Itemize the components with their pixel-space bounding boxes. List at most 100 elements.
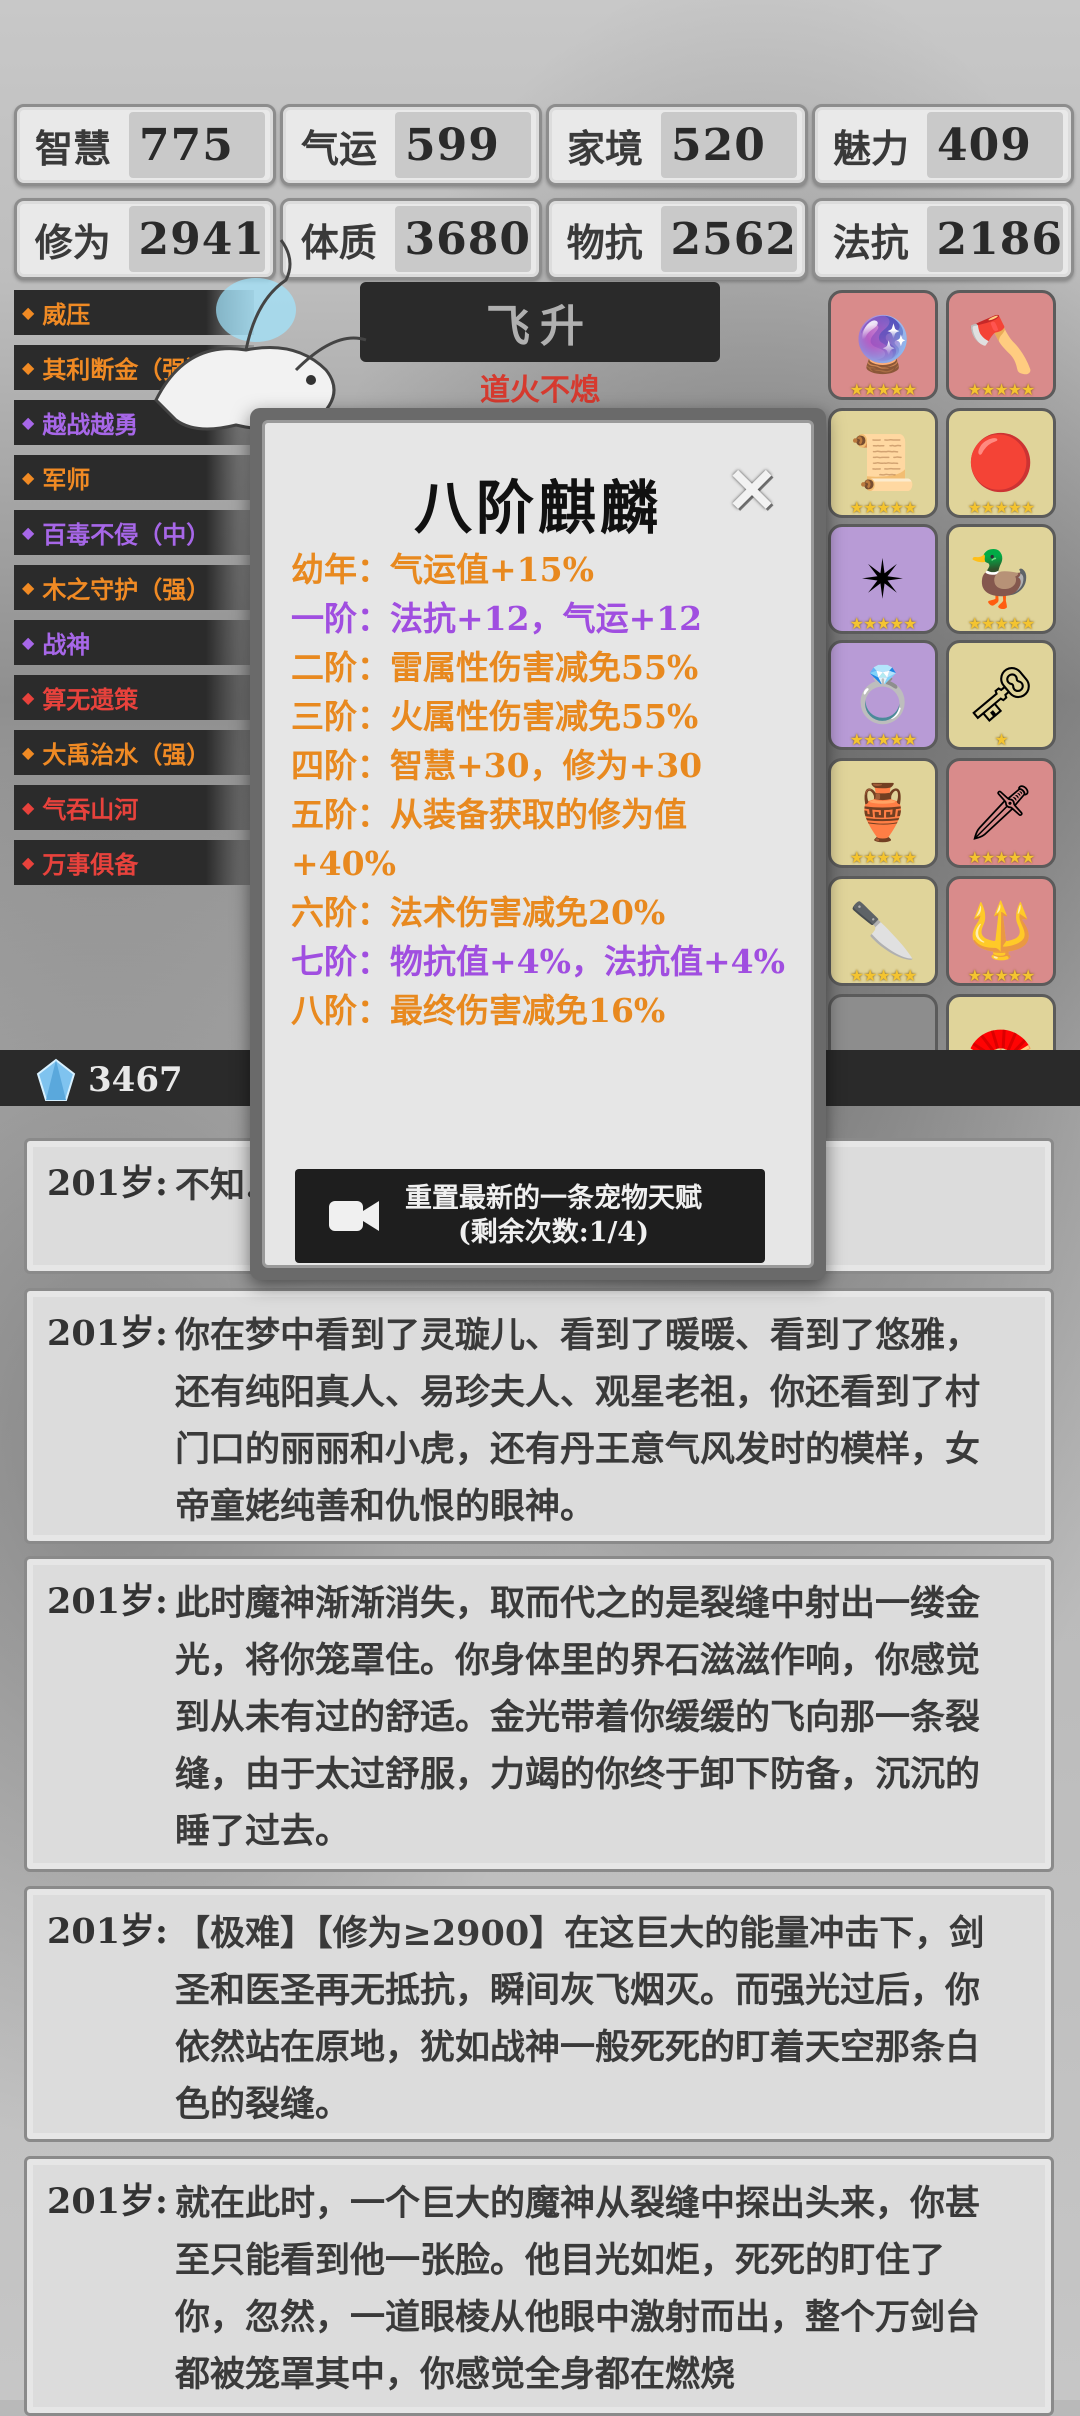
ring-icon: 💍 — [849, 663, 917, 726]
scroll-icon: 📜 — [849, 431, 917, 494]
star-rating: ★★★★★ — [967, 966, 1036, 985]
talent-item[interactable]: ◆ 算无遗策 — [14, 675, 254, 720]
star-rating: ★★★★★ — [849, 380, 918, 399]
equipment-slot[interactable]: 🔴 ★★★★★ — [946, 408, 1056, 518]
stat-card: 物抗 2562 — [546, 198, 808, 280]
tier-line: 八阶：最终伤害减免16% — [291, 991, 666, 1030]
reset-label-line1: 重置最新的一条宠物天赋 — [405, 1183, 702, 1214]
story-age: 201岁: — [47, 1163, 168, 1204]
close-icon: ✕ — [726, 453, 778, 527]
equipment-slot[interactable]: 🔮 ★★★★★ — [828, 290, 938, 400]
reset-label: 重置最新的一条宠物天赋 (剩余次数:1/4) — [405, 1182, 702, 1250]
tier-line: 幼年：气运值+15% — [291, 550, 594, 589]
equipment-slot[interactable]: 🔪 ★★★★★ — [828, 876, 938, 986]
talent-label: 万事俱备 — [42, 850, 139, 879]
stat-value: 599 — [395, 112, 531, 178]
stat-value: 3680 — [394, 206, 531, 272]
stat-value: 2562 — [660, 206, 797, 272]
stat-label: 魅力 — [832, 125, 909, 171]
diamond-icon: ◆ — [22, 468, 35, 487]
bird-figurine-icon: 🦆 — [967, 547, 1035, 610]
equipment-slot[interactable]: 🪓 ★★★★★ — [946, 290, 1056, 400]
stat-value: 520 — [661, 112, 797, 178]
diamond-icon: ◆ — [22, 523, 35, 542]
diamond-icon: ◆ — [22, 413, 35, 432]
story-entry: 201岁: 【极难】【修为≥2900】在这巨大的能量冲击下，剑圣和医圣再无抵抗，… — [24, 1886, 1054, 2142]
reset-label-line2: (剩余次数:1/4) — [458, 1217, 649, 1248]
stat-card: 法抗 2186 — [812, 198, 1074, 280]
sword-icon: 🗡 — [966, 781, 1036, 844]
tier-line: 一阶：法抗+12，气运+12 — [291, 599, 703, 638]
talent-label: 算无遗策 — [42, 685, 139, 714]
story-age: 201岁: — [47, 2181, 168, 2222]
diamond-icon: ◆ — [22, 303, 35, 322]
story-entry: 201岁: 就在此时，一个巨大的魔神从裂缝中探出头来，你甚至只能看到他一张脸。他… — [24, 2156, 1054, 2416]
pet-talent-modal: 八阶麒麟 ✕ 幼年：气运值+15% 一阶：法抗+12，气运+12 二阶：雷属性伤… — [250, 408, 826, 1280]
reset-talent-button[interactable]: 重置最新的一条宠物天赋 (剩余次数:1/4) — [295, 1169, 765, 1263]
story-age: 201岁: — [47, 1911, 168, 1952]
talent-item[interactable]: ◆ 大禹治水（强） — [14, 730, 254, 775]
story-text: 此时魔神渐渐消失，取而代之的是裂缝中射出一缕金光，将你笼罩住。你身体里的界石滋滋… — [175, 1583, 981, 1852]
stat-value: 2186 — [926, 206, 1063, 272]
equipment-slot[interactable]: 🗡 ★★★★★ — [946, 758, 1056, 868]
star-rating: ★★★★★ — [849, 498, 918, 517]
story-text: 你在梦中看到了灵璇儿、看到了暖暖、看到了悠雅，还有纯阳真人、易珍夫人、观星老祖，… — [175, 1315, 981, 1527]
crystal-count: 3467 — [88, 1060, 183, 1100]
star-rating: ★★★★★ — [967, 498, 1036, 517]
talent-label: 威压 — [42, 300, 91, 329]
talent-label: 军师 — [42, 465, 91, 494]
talent-label: 战神 — [42, 630, 91, 659]
crystal-icon — [36, 1058, 76, 1101]
diamond-icon: ◆ — [22, 633, 35, 652]
tier-line: 七阶：物抗值+4%，法抗值+4% — [291, 942, 785, 981]
stat-label: 智慧 — [34, 125, 111, 171]
diamond-icon: ◆ — [22, 578, 35, 597]
talent-item[interactable]: ◆ 气吞山河 — [14, 785, 254, 830]
talent-label: 百毒不侵（中） — [42, 520, 211, 549]
tier-line: 五阶：从装备获取的修为值+40% — [291, 795, 687, 883]
diamond-icon: ◆ — [22, 743, 35, 762]
stat-label: 法抗 — [832, 219, 909, 265]
dagger-icon: 🔪 — [849, 899, 917, 962]
orb-icon: 🔮 — [849, 313, 917, 376]
equipment-slot[interactable]: 🔱 ★★★★★ — [946, 876, 1056, 986]
ascension-banner: 飞升 — [360, 282, 720, 362]
talent-item[interactable]: ◆ 万事俱备 — [14, 840, 254, 885]
talent-item[interactable]: ◆ 战神 — [14, 620, 254, 665]
modal-panel: 八阶麒麟 ✕ 幼年：气运值+15% 一阶：法抗+12，气运+12 二阶：雷属性伤… — [262, 420, 814, 1268]
talent-item[interactable]: ◆ 百毒不侵（中） — [14, 510, 254, 555]
star-rating: ★★★★★ — [967, 380, 1036, 399]
talent-item[interactable]: ◆ 军师 — [14, 455, 254, 500]
close-button[interactable]: ✕ — [721, 454, 783, 527]
story-age: 201岁: — [47, 1581, 168, 1622]
star-rating: ★★★★★ — [967, 614, 1036, 633]
equipment-slot[interactable]: 🦆 ★★★★★ — [946, 524, 1056, 634]
equipment-slot[interactable]: 💍 ★★★★★ — [828, 640, 938, 750]
equipment-slot[interactable]: ✴ ★★★★★ — [828, 524, 938, 634]
stat-value: 409 — [927, 112, 1063, 178]
story-entry: 201岁: 你在梦中看到了灵璇儿、看到了暖暖、看到了悠雅，还有纯阳真人、易珍夫人… — [24, 1288, 1054, 1544]
cauldron-icon: 🏺 — [849, 781, 917, 844]
spear-icon: 🔱 — [967, 899, 1035, 962]
tier-list: 幼年：气运值+15% 一阶：法抗+12，气运+12 二阶：雷属性伤害减免55% … — [291, 545, 787, 1035]
story-text: 就在此时，一个巨大的魔神从裂缝中探出头来，你甚至只能看到他一张脸。他目光如炬，死… — [175, 2183, 981, 2395]
talent-item[interactable]: ◆ 木之守护（强） — [14, 565, 254, 610]
diamond-icon: ◆ — [22, 688, 35, 707]
equipment-slot[interactable]: 🏺 ★★★★★ — [828, 758, 938, 868]
stat-card: 气运 599 — [280, 104, 542, 186]
talent-label: 大禹治水（强） — [42, 740, 211, 769]
stat-card: 智慧 775 — [14, 104, 276, 186]
stat-card: 魅力 409 — [812, 104, 1074, 186]
tier-line: 三阶：火属性伤害减免55% — [291, 697, 699, 736]
story-age: 201岁: — [47, 1313, 168, 1354]
video-camera-icon — [329, 1201, 379, 1231]
tier-line: 二阶：雷属性伤害减免55% — [291, 648, 699, 687]
diamond-icon: ◆ — [22, 853, 35, 872]
equipment-slot[interactable]: 📜 ★★★★★ — [828, 408, 938, 518]
equipment-slot[interactable]: 🗝 ★ — [946, 640, 1056, 750]
diamond-icon: ◆ — [22, 358, 35, 377]
tier-line: 六阶：法术伤害减免20% — [291, 893, 666, 932]
stat-card: 家境 520 — [546, 104, 808, 186]
story-entry: 201岁: 此时魔神渐渐消失，取而代之的是裂缝中射出一缕金光，将你笼罩住。你身体… — [24, 1556, 1054, 1872]
talent-label: 气吞山河 — [42, 795, 139, 824]
